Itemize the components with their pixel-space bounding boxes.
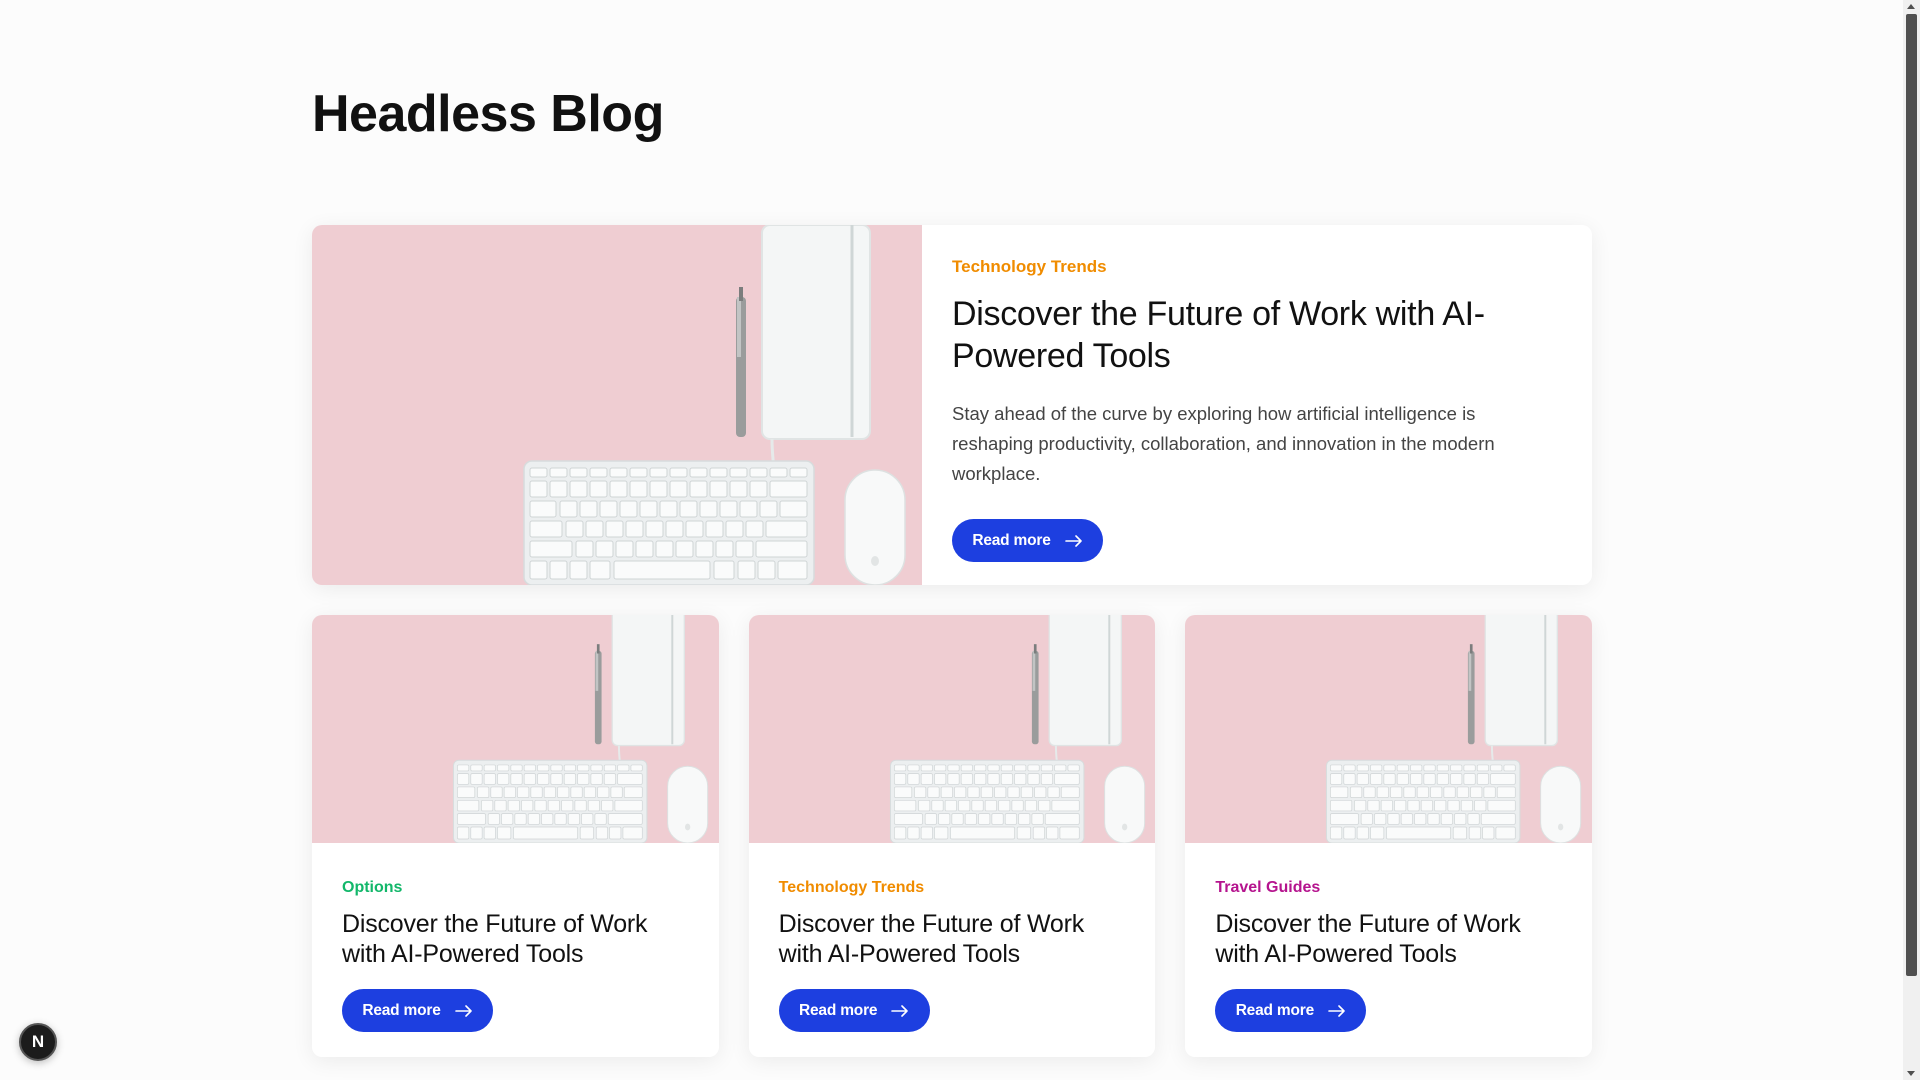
read-more-label: Read more: [1235, 1001, 1315, 1019]
post-category[interactable]: Travel Guides: [1215, 877, 1562, 899]
nextjs-dev-indicator-button[interactable]: N: [19, 1023, 57, 1061]
post-image[interactable]: [312, 615, 719, 843]
page-title: Headless Blog: [312, 85, 664, 143]
blog-page: Headless Blog Technology Trends Discover…: [312, 0, 1593, 1057]
featured-post-category[interactable]: Technology Trends: [952, 255, 1562, 279]
arrow-right-icon: [1065, 535, 1083, 547]
read-more-label: Read more: [972, 531, 1051, 549]
post-card: Options Discover the Future of Work with…: [312, 615, 719, 1057]
scroll-up-arrow-icon[interactable]: [1907, 4, 1915, 9]
post-category[interactable]: Technology Trends: [779, 877, 1126, 899]
read-more-button[interactable]: Read more: [1215, 989, 1367, 1032]
read-more-button[interactable]: Read more: [778, 989, 930, 1032]
arrow-right-icon: [1328, 1005, 1346, 1017]
read-more-label: Read more: [362, 1001, 441, 1019]
post-title[interactable]: Discover the Future of Work with AI-Powe…: [342, 909, 689, 969]
featured-post-title[interactable]: Discover the Future of Work with AI-Powe…: [952, 293, 1562, 377]
arrow-right-icon: [455, 1005, 473, 1017]
featured-post-excerpt: Stay ahead of the curve by exploring how…: [952, 403, 1495, 484]
scroll-down-arrow-icon[interactable]: [1907, 1071, 1915, 1076]
post-grid: Options Discover the Future of Work with…: [312, 615, 1593, 1057]
read-more-label: Read more: [799, 1001, 878, 1019]
post-body: Technology Trends Discover the Future of…: [749, 848, 1156, 1032]
featured-post-card: Technology Trends Discover the Future of…: [312, 225, 1592, 585]
post-card: Travel Guides Discover the Future of Wor…: [1185, 615, 1593, 1057]
post-title[interactable]: Discover the Future of Work with AI-Powe…: [1215, 909, 1562, 969]
post-title[interactable]: Discover the Future of Work with AI-Powe…: [779, 909, 1126, 969]
read-more-button[interactable]: Read more: [342, 989, 493, 1032]
nextjs-logo-icon: N: [31, 1032, 45, 1051]
post-category[interactable]: Options: [342, 877, 689, 899]
featured-read-more-button[interactable]: Read more: [952, 519, 1103, 562]
post-body: Options Discover the Future of Work with…: [312, 848, 719, 1032]
post-image[interactable]: [1185, 615, 1592, 843]
vertical-scrollbar[interactable]: [1903, 0, 1920, 1080]
arrow-right-icon: [891, 1005, 909, 1017]
post-image[interactable]: [749, 615, 1156, 843]
post-body: Travel Guides Discover the Future of Wor…: [1185, 848, 1592, 1032]
post-card: Technology Trends Discover the Future of…: [748, 615, 1156, 1057]
scrollbar-thumb[interactable]: [1906, 14, 1917, 976]
featured-post-body: Technology Trends Discover the Future of…: [922, 225, 1592, 585]
featured-post-image[interactable]: [312, 225, 922, 585]
